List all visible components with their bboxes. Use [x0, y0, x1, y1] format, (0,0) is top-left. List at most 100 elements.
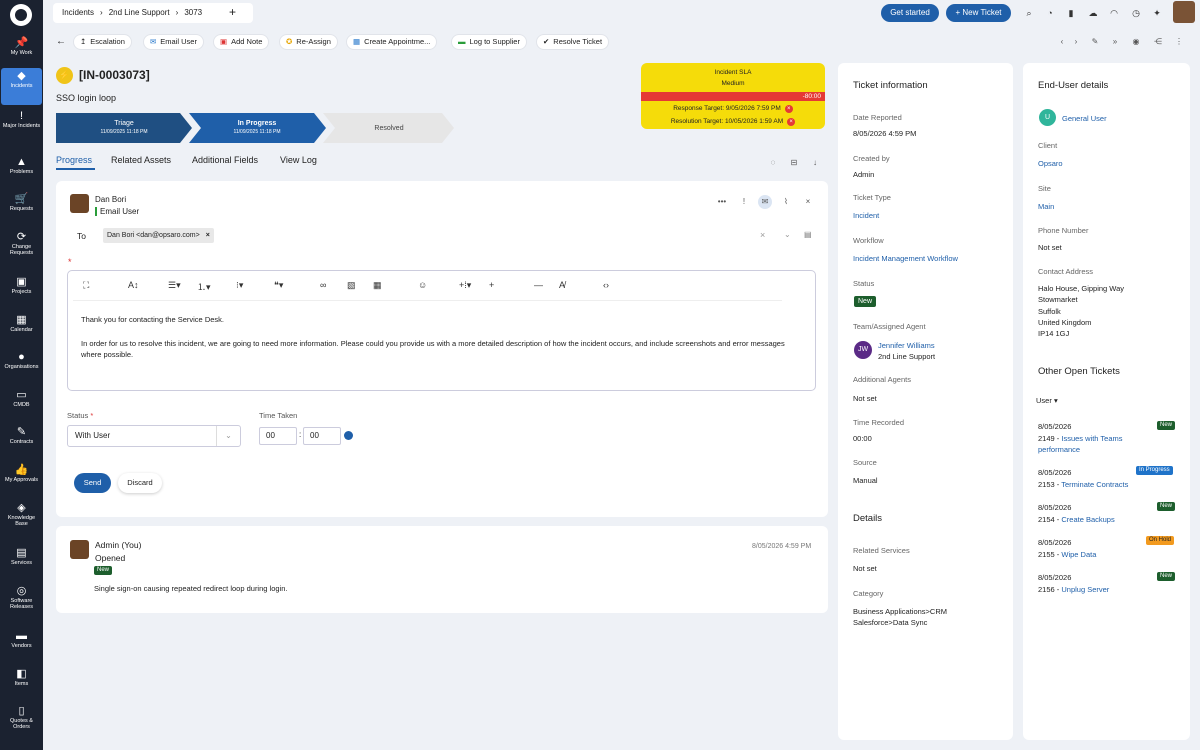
ticket-link[interactable]: 2156 - Unplug Server [1038, 585, 1109, 594]
font-size-icon[interactable]: A↕ [128, 280, 139, 290]
sidebar-item-knowledge-base[interactable]: ◈ Knowledge Base [1, 500, 42, 537]
clear-recipients-icon[interactable]: × [760, 230, 765, 240]
quote-icon[interactable]: ❝▾ [274, 280, 283, 291]
eye-icon[interactable]: ◉ [1129, 35, 1143, 49]
filter-icon[interactable]: ⊟ [787, 156, 801, 170]
sidebar-item-software-releases[interactable]: ◎ Software Releases [1, 583, 42, 620]
search-icon[interactable]: ⌕ [1021, 5, 1037, 21]
bell-icon[interactable]: ◔ [1042, 5, 1058, 21]
clear-format-icon[interactable]: A̸ [559, 280, 565, 290]
user-avatar[interactable] [1173, 1, 1195, 23]
link-icon[interactable]: ∞ [320, 280, 326, 290]
editor-content[interactable]: Thank you for contacting the Service Des… [81, 314, 801, 361]
send-button[interactable]: Send [74, 473, 111, 493]
clock-icon[interactable]: ◷ [1128, 5, 1144, 21]
previous-icon[interactable]: ‹ [1055, 35, 1069, 49]
insert-icon[interactable]: +⁞▾ [459, 280, 471, 291]
breadcrumb[interactable]: Incidents › 2nd Line Support › 3073 [53, 3, 253, 23]
rss-icon[interactable]: ◠ [1106, 5, 1122, 21]
clipboard-icon[interactable]: ▮ [1063, 5, 1079, 21]
user-name[interactable]: General User [1062, 114, 1107, 123]
plus-icon[interactable]: + [489, 280, 494, 290]
client-value[interactable]: Opsaro [1038, 159, 1063, 168]
sort-icon[interactable]: ↓ [808, 156, 822, 170]
horizontal-rule-icon[interactable]: — [534, 280, 543, 290]
minutes-input[interactable]: 00 [303, 427, 341, 445]
sidebar-item-change-requests[interactable]: ⟳ Change Requests [1, 229, 42, 266]
sidebar-item-problems[interactable]: ▲ Problems [1, 154, 42, 191]
cc-icon[interactable]: ▤ [804, 230, 812, 239]
sidebar-item-services[interactable]: ▤ Services [1, 545, 42, 582]
ticket-link[interactable]: 2154 - Create Backups [1038, 515, 1115, 524]
tab-progress[interactable]: Progress [56, 155, 92, 165]
ticket-link[interactable]: 2149 - Issues with Teams performance [1038, 433, 1138, 455]
get-started-button[interactable]: Get started [881, 4, 939, 22]
more-horizontal-icon[interactable]: ••• [715, 195, 729, 209]
edit-icon[interactable]: ✎ [1088, 35, 1102, 49]
sidebar-item-incidents[interactable]: ◆ Incidents [1, 68, 42, 105]
back-icon[interactable]: ← [56, 36, 66, 47]
breadcrumb-team[interactable]: 2nd Line Support [109, 8, 170, 17]
double-chevron-icon[interactable]: » [1108, 35, 1122, 49]
table-icon[interactable]: ▦ [373, 280, 382, 291]
stage-resolved[interactable]: Resolved [330, 113, 448, 143]
bullet-list-icon[interactable]: ⁝▾ [236, 280, 243, 291]
image-icon[interactable]: ▧ [347, 280, 356, 291]
remove-recipient-icon[interactable]: × [206, 232, 210, 239]
chevron-down-icon[interactable]: ⌄ [784, 230, 791, 239]
fullscreen-icon[interactable]: ⛶ [83, 280, 89, 291]
discard-button[interactable]: Discard [118, 473, 162, 493]
resolve-ticket-button[interactable]: ✔ Resolve Ticket [536, 34, 610, 50]
reassign-button[interactable]: ✪ Re-Assign [279, 34, 338, 50]
sidebar-item-my-approvals[interactable]: 👍 My Approvals [1, 462, 42, 499]
info-icon[interactable]: ! [737, 195, 751, 209]
lightbulb-icon[interactable]: ✦ [1149, 5, 1165, 21]
add-tab-icon[interactable]: + [229, 5, 236, 19]
tab-view-log[interactable]: View Log [280, 155, 317, 165]
tab-additional-fields[interactable]: Additional Fields [192, 155, 258, 165]
sidebar-item-quotes-orders[interactable]: ▯ Quotes & Orders [1, 703, 42, 740]
breadcrumb-incidents[interactable]: Incidents [62, 8, 94, 17]
sidebar-item-vendors[interactable]: ▬ Vendors [1, 628, 42, 665]
sidebar-item-calendar[interactable]: ▦ Calendar [1, 312, 42, 349]
sidebar-item-my-work[interactable]: 📌 My Work [1, 35, 42, 72]
site-value[interactable]: Main [1038, 202, 1054, 211]
code-icon[interactable]: ‹› [603, 280, 609, 290]
history-note[interactable]: Single sign-on causing repeated redirect… [94, 584, 287, 593]
hours-input[interactable]: 00 [259, 427, 297, 445]
tab-related-assets[interactable]: Related Assets [111, 155, 171, 165]
sidebar-item-contracts[interactable]: ✎ Contracts [1, 424, 42, 461]
add-note-button[interactable]: ▣ Add Note [213, 34, 270, 50]
new-ticket-button[interactable]: + New Ticket [946, 4, 1011, 22]
ticket-type-value[interactable]: Incident [853, 211, 879, 220]
sidebar-item-items[interactable]: ◧ Items [1, 666, 42, 703]
ticket-link[interactable]: 2153 - Terminate Contracts [1038, 480, 1128, 489]
align-icon[interactable]: ☰▾ [168, 280, 181, 291]
sidebar-item-organisations[interactable]: ● Organisations [1, 349, 42, 386]
timer-icon[interactable] [344, 431, 353, 440]
recipient-chip[interactable]: Dan Bori <dan@opsaro.com> × [103, 228, 214, 243]
attach-icon[interactable]: ⌇ [779, 195, 793, 209]
comment-icon[interactable]: ◌ [766, 156, 780, 170]
share-icon[interactable]: ⋲ [1151, 35, 1165, 49]
sidebar-item-projects[interactable]: ▣ Projects [1, 274, 42, 311]
ticket-link[interactable]: 2155 - Wipe Data [1038, 550, 1096, 559]
email-template-icon[interactable]: ✉ [758, 195, 772, 209]
ordered-list-icon[interactable]: ⒈▾ [197, 280, 211, 293]
tickets-filter[interactable]: User ▾ [1036, 396, 1058, 405]
stage-triage[interactable]: Triage 11/09/2025 11:18 PM [56, 113, 192, 143]
agent-name[interactable]: Jennifer Williams [878, 341, 935, 350]
escalation-button[interactable]: ↥ Escalation [73, 34, 132, 50]
close-icon[interactable]: × [801, 195, 815, 209]
sidebar-item-major-incidents[interactable]: ! Major Incidents [1, 108, 42, 145]
app-logo[interactable] [10, 4, 32, 26]
next-icon[interactable]: › [1069, 35, 1083, 49]
emoji-icon[interactable]: ☺ [418, 280, 427, 290]
sidebar-item-cmdb[interactable]: ▭ CMDB [1, 387, 42, 424]
workflow-value[interactable]: Incident Management Workflow [853, 254, 958, 263]
stage-in-progress[interactable]: In Progress 11/09/2025 11:18 PM [196, 113, 318, 143]
create-appointment-button[interactable]: ▦ Create Appointme... [346, 34, 438, 50]
status-select[interactable]: With User ⌄ [67, 425, 241, 447]
cloud-icon[interactable]: ☁ [1085, 5, 1101, 21]
sidebar-item-requests[interactable]: 🛒 Requests [1, 191, 42, 228]
